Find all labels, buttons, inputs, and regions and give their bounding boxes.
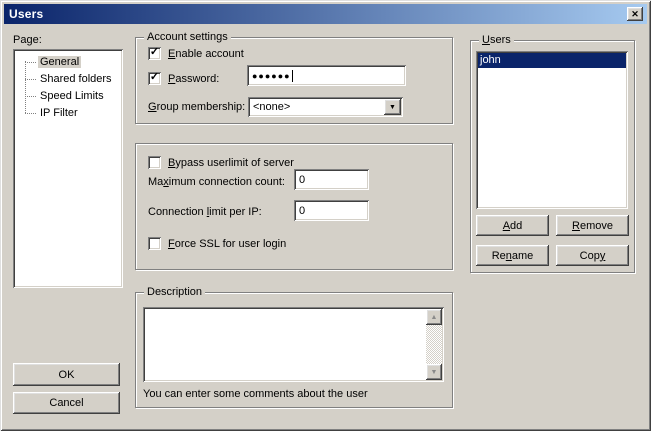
users-group: Users john Add Remove Rename Copy	[470, 40, 635, 273]
description-scrollbar[interactable]: ▲ ▼	[426, 309, 442, 380]
force-ssl-checkbox[interactable]	[148, 237, 161, 250]
combobox-dropdown-button[interactable]: ▼	[384, 99, 401, 115]
scroll-down-button[interactable]: ▼	[426, 364, 442, 380]
bypass-userlimit-label: Bypass userlimit of server	[168, 157, 294, 169]
scroll-up-button[interactable]: ▲	[426, 309, 442, 325]
group-membership-combobox[interactable]: <none> ▼	[248, 97, 403, 117]
enable-account-label: Enable account	[168, 48, 244, 60]
users-listbox[interactable]: john	[476, 51, 628, 209]
account-settings-title: Account settings	[144, 31, 231, 43]
force-ssl-label: Force SSL for user login	[168, 238, 286, 250]
check-icon: ✓	[150, 72, 159, 83]
description-title: Description	[144, 286, 205, 298]
max-connection-input[interactable]: 0	[294, 169, 369, 190]
cancel-button[interactable]: Cancel	[13, 392, 120, 414]
users-group-title: Users	[479, 34, 514, 46]
bypass-userlimit-checkbox[interactable]	[148, 156, 161, 169]
password-input[interactable]: ●●●●●●	[247, 65, 406, 86]
copy-button[interactable]: Copy	[556, 245, 629, 266]
close-icon: ✕	[631, 10, 639, 19]
text-caret	[292, 70, 293, 82]
chevron-down-icon: ▼	[389, 104, 396, 111]
description-group: Description ▲ ▼ You can enter some comme…	[135, 292, 453, 408]
description-hint: You can enter some comments about the us…	[143, 388, 368, 400]
rename-button[interactable]: Rename	[476, 245, 549, 266]
ok-button[interactable]: OK	[13, 363, 120, 386]
password-label: Password:	[168, 73, 219, 85]
password-checkbox[interactable]: ✓	[148, 72, 161, 85]
connection-limits-group: Bypass userlimit of server Maximum conne…	[135, 143, 453, 270]
page-tree[interactable]: General Shared folders Speed Limits IP F…	[13, 49, 123, 288]
account-settings-group: Account settings ✓ Enable account ✓ Pass…	[135, 37, 453, 124]
combobox-value: <none>	[253, 101, 290, 113]
check-icon: ✓	[150, 47, 159, 58]
scroll-up-icon: ▲	[431, 314, 438, 321]
close-button[interactable]: ✕	[627, 7, 643, 21]
user-list-item[interactable]: john	[478, 53, 626, 68]
max-connection-label: Maximum connection count:	[148, 176, 285, 188]
users-dialog: Users ✕ Page: General Shared folders Spe…	[0, 0, 651, 431]
tree-item-general[interactable]: General	[13, 54, 123, 71]
ip-limit-input[interactable]: 0	[294, 200, 369, 221]
description-textarea[interactable]: ▲ ▼	[143, 307, 444, 382]
add-button[interactable]: Add	[476, 215, 549, 236]
page-label: Page:	[13, 34, 42, 46]
scroll-down-icon: ▼	[431, 369, 438, 376]
group-membership-label: Group membership:	[148, 101, 245, 113]
enable-account-checkbox[interactable]: ✓	[148, 47, 161, 60]
ip-limit-label: Connection limit per IP:	[148, 206, 262, 218]
window-title: Users	[9, 7, 43, 21]
titlebar[interactable]: Users ✕	[4, 4, 647, 24]
remove-button[interactable]: Remove	[556, 215, 629, 236]
tree-item-ip-filter[interactable]: IP Filter	[13, 105, 123, 122]
tree-item-speed-limits[interactable]: Speed Limits	[13, 88, 123, 105]
tree-item-shared-folders[interactable]: Shared folders	[13, 71, 123, 88]
